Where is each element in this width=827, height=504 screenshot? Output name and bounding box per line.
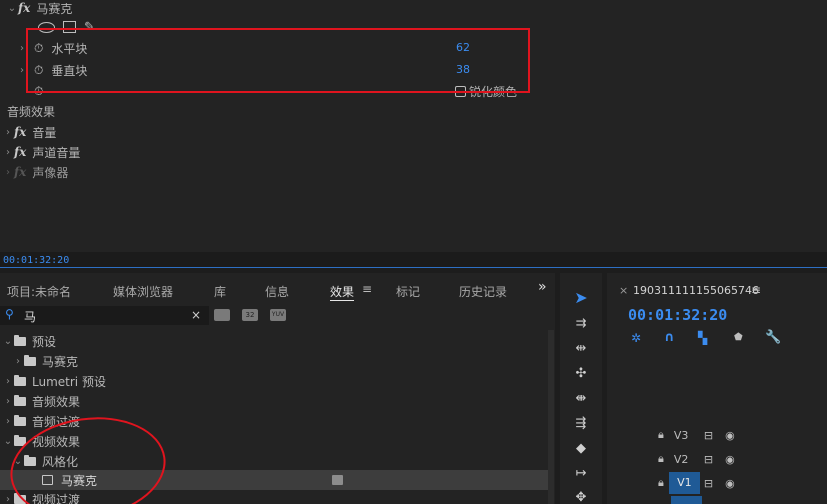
folder-icon — [14, 414, 26, 426]
chevron-down-icon[interactable]: ⌄ — [2, 436, 14, 447]
tree-item-presets[interactable]: ⌄ 预设 — [0, 331, 548, 351]
razor-tool-icon[interactable]: ◆ — [566, 441, 596, 456]
panner-label: 声像器 — [32, 165, 69, 180]
eye-icon[interactable]: ◉ — [725, 429, 735, 442]
tab-info[interactable]: 信息 — [265, 283, 289, 300]
track-select-tool-icon[interactable]: ⇉ — [566, 316, 596, 331]
fx-icon[interactable]: fx — [14, 125, 26, 139]
pen-tool-icon[interactable]: ✥ — [566, 490, 596, 504]
close-sequence-icon[interactable]: × — [619, 284, 628, 297]
mosaic-effect-label: 马赛克 — [36, 1, 73, 16]
slip-tool-icon[interactable]: ⇶ — [566, 416, 596, 431]
lock-icon[interactable]: 🔒︎ — [658, 452, 664, 466]
preset-folder-icon — [14, 334, 26, 346]
mosaic-effect-header[interactable]: ⌄ fx 马赛克 — [6, 0, 73, 16]
tree-item-label: 马赛克 — [42, 354, 79, 369]
effect-controls-timecode[interactable]: 00:01:32:20 — [3, 255, 69, 266]
eye-icon[interactable]: ◉ — [725, 453, 735, 466]
fx-icon[interactable]: fx — [18, 1, 30, 15]
tab-effects[interactable]: 效果 — [330, 283, 354, 300]
volume-label: 音量 — [32, 125, 57, 140]
tab-media-browser[interactable]: 媒体浏览器 — [113, 283, 173, 300]
effects-scrollbar[interactable] — [548, 330, 554, 504]
sequence-tab[interactable]: 190311111155065746 — [633, 284, 759, 297]
tree-item-label: 音频效果 — [32, 394, 81, 409]
rate-stretch-tool-icon[interactable]: ⇼ — [566, 391, 596, 406]
search-input[interactable]: 马 — [24, 308, 36, 325]
panner-row[interactable]: › fx 声像器 — [2, 163, 68, 181]
nest-toggle-icon[interactable]: ✲ — [631, 331, 641, 345]
track-row-v1[interactable]: 🔒︎ V1 ⊟ ◉ — [609, 472, 827, 494]
chevron-down-icon[interactable]: ⌄ — [6, 3, 18, 14]
eye-icon[interactable]: ◉ — [725, 477, 735, 490]
chevron-right-icon[interactable]: › — [2, 416, 14, 427]
add-marker-icon[interactable]: ⬟ — [734, 332, 743, 343]
timeline-timecode[interactable]: 00:01:32:20 — [628, 306, 727, 324]
selection-tool-icon[interactable]: ➤ — [566, 288, 596, 307]
track-source-patch[interactable] — [671, 496, 702, 504]
chevron-right-icon[interactable]: › — [2, 167, 14, 178]
chevron-right-icon[interactable]: › — [2, 127, 14, 138]
yuv-effects-filter-icon[interactable]: YUV — [270, 309, 286, 321]
clear-search-icon[interactable]: × — [191, 308, 201, 322]
linked-selection-icon[interactable]: ▚ — [698, 331, 707, 345]
accelerated-effects-filter-icon[interactable] — [214, 309, 230, 321]
accelerated-badge-icon — [332, 475, 343, 485]
lock-icon[interactable]: 🔒︎ — [658, 428, 664, 442]
chevron-right-icon[interactable]: › — [2, 376, 14, 387]
ripple-edit-tool-icon[interactable]: ⇹ — [566, 341, 596, 356]
tabs-overflow-button[interactable]: » — [538, 279, 547, 295]
audio-effects-header: 音频效果 — [7, 105, 56, 119]
track-row-v2[interactable]: 🔒︎ V2 ⊟ ◉ — [609, 448, 827, 470]
fx-icon[interactable]: fx — [14, 145, 26, 159]
tab-markers[interactable]: 标记 — [396, 283, 420, 300]
preset-folder-icon — [14, 374, 26, 386]
tab-project[interactable]: 项目:未命名 — [7, 283, 71, 300]
panel-menu-icon[interactable]: ≡ — [362, 282, 372, 296]
tree-item-label: 预设 — [32, 334, 57, 349]
tree-item-lumetri-presets[interactable]: › Lumetri 预设 — [0, 371, 548, 391]
track-label: V3 — [673, 428, 689, 442]
preset-folder-icon — [24, 354, 36, 366]
track-row-v3[interactable]: 🔒︎ V3 ⊟ ◉ — [609, 424, 827, 446]
channel-volume-row[interactable]: › fx 声道音量 — [2, 143, 80, 161]
track-label[interactable]: V1 — [668, 472, 700, 494]
tab-library[interactable]: 库 — [214, 283, 226, 300]
tree-item-mosaic-preset[interactable]: › 马赛克 — [0, 351, 548, 371]
chevron-right-icon[interactable]: › — [2, 494, 14, 504]
chevron-right-icon[interactable]: › — [12, 356, 24, 367]
sync-lock-icon[interactable]: ⊟ — [704, 477, 713, 490]
effect-controls-footer — [0, 252, 827, 268]
track-label: V2 — [673, 452, 689, 466]
wrench-icon[interactable]: 🔧 — [765, 330, 781, 345]
snap-icon[interactable]: ∩ — [664, 330, 675, 345]
red-highlight-box — [26, 28, 530, 93]
32bit-effects-filter-icon[interactable]: 32 — [242, 309, 258, 321]
rolling-edit-tool-icon[interactable]: ✣ — [566, 366, 596, 381]
chevron-right-icon[interactable]: › — [2, 396, 14, 407]
sync-lock-icon[interactable]: ⊟ — [704, 453, 713, 466]
tab-history[interactable]: 历史记录 — [459, 283, 507, 300]
chevron-right-icon[interactable]: › — [2, 147, 14, 158]
folder-icon — [14, 394, 26, 406]
channel-volume-label: 声道音量 — [32, 145, 81, 160]
slide-tool-icon[interactable]: ↦ — [566, 466, 596, 481]
tree-item-audio-effects[interactable]: › 音频效果 — [0, 391, 548, 411]
volume-row[interactable]: › fx 音量 — [2, 123, 56, 141]
chevron-down-icon[interactable]: ⌄ — [2, 336, 14, 347]
search-icon: ⚲ — [5, 307, 14, 321]
tree-item-label: Lumetri 预设 — [32, 374, 106, 389]
sequence-menu-icon[interactable]: ≡ — [751, 283, 761, 297]
lock-icon[interactable]: 🔒︎ — [658, 476, 664, 490]
fx-icon[interactable]: fx — [14, 165, 26, 179]
sync-lock-icon[interactable]: ⊟ — [704, 429, 713, 442]
